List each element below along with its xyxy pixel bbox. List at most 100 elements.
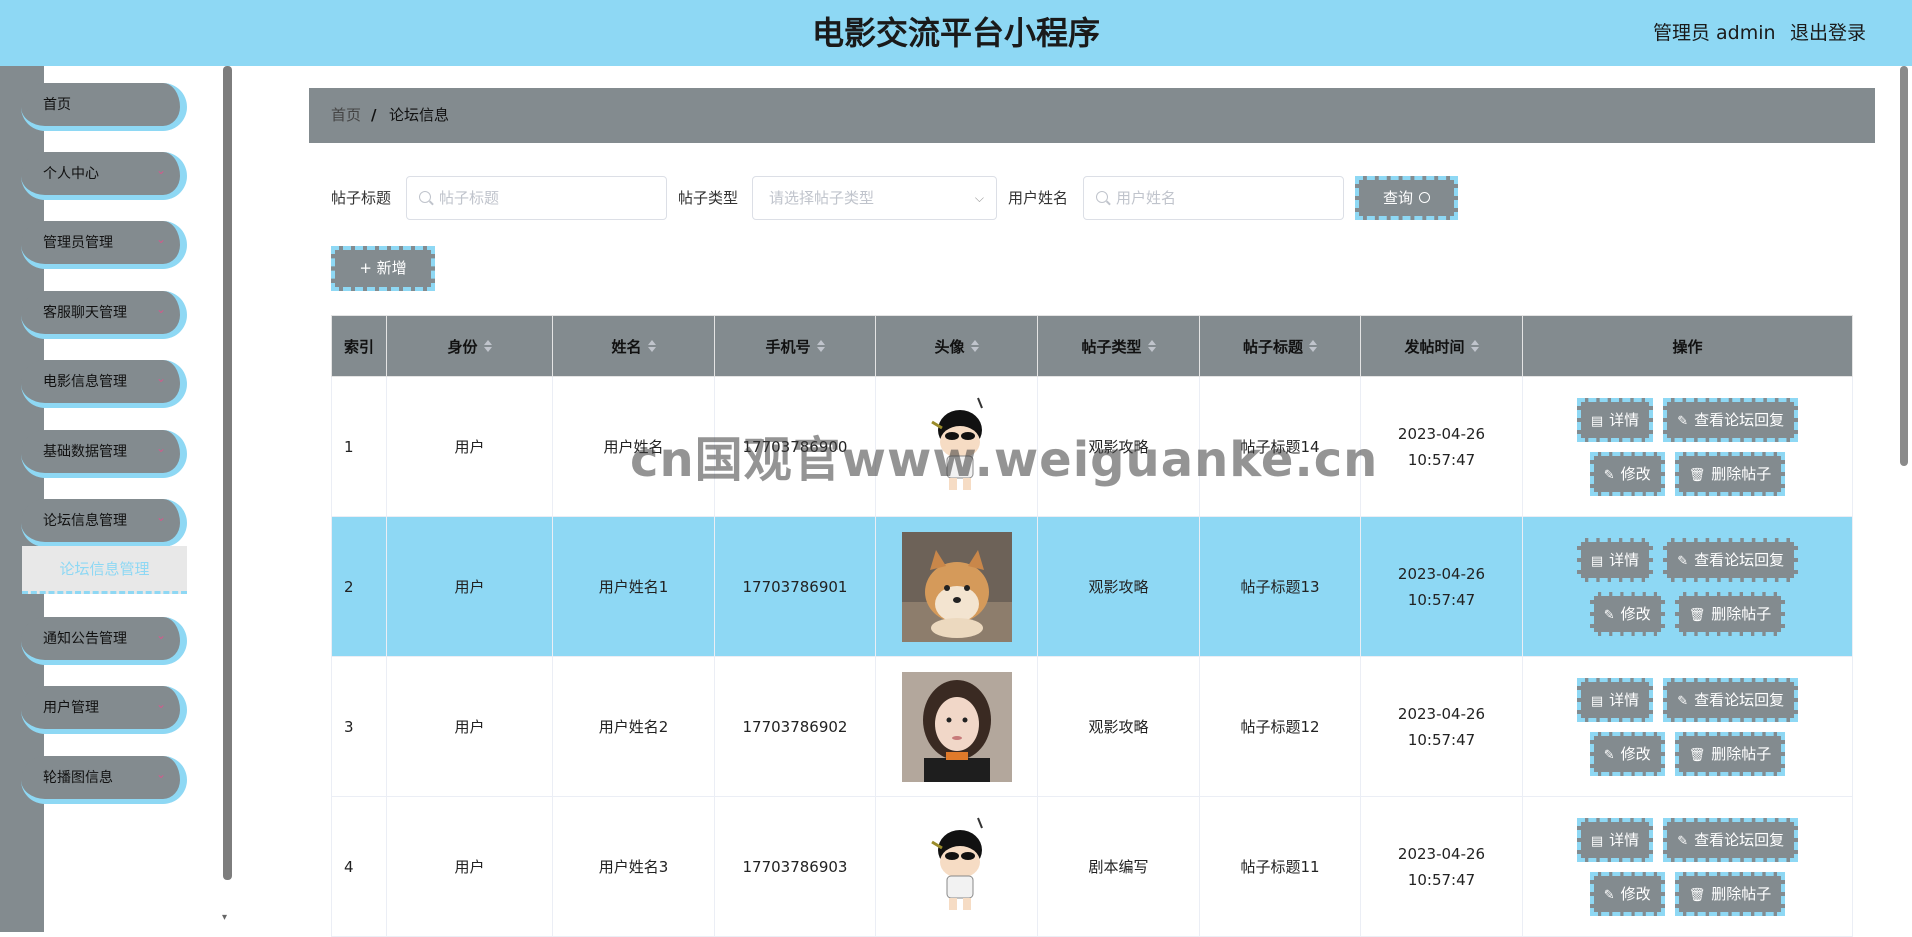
sidebar-item-user-manage[interactable]: 用户管理 ⌄ (21, 686, 187, 734)
cell-avatar (875, 656, 1038, 797)
delete-post-button[interactable]: 🗑 删除帖子 (1674, 731, 1786, 776)
sidebar-item-notice-manage[interactable]: 通知公告管理 ⌄ (21, 617, 187, 665)
table-header-row: 索引 身份 姓名 手机号 头像 帖子类型 帖子标题 发帖时间 操作 (331, 315, 1853, 377)
sidebar-item-forum-manage[interactable]: 论坛信息管理 ⌄ (21, 499, 187, 547)
sidebar-item-personal-center[interactable]: 个人中心 ⌄ (21, 152, 187, 200)
sidebar-item-home[interactable]: 首页 (21, 83, 187, 131)
delete-post-button[interactable]: 🗑 删除帖子 (1674, 451, 1786, 496)
column-header[interactable]: 头像 (875, 315, 1038, 377)
column-header: 索引 (331, 315, 387, 377)
logout-link[interactable]: 退出登录 (1790, 0, 1866, 66)
sidebar-item-label: 用户管理 (43, 700, 99, 716)
cell-avatar (875, 796, 1038, 937)
edit-button[interactable]: ✎ 修改 (1589, 591, 1665, 636)
cell-post-time: 2023-04-26 10:57:47 (1360, 796, 1523, 937)
edit-icon: ✎ (1677, 833, 1689, 849)
detail-button[interactable]: ▤ 详情 (1576, 537, 1654, 582)
column-header[interactable]: 姓名 (552, 315, 715, 377)
sidebar-item-carousel[interactable]: 轮播图信息 ⌄ (21, 756, 187, 804)
sidebar-item-label: 首页 (43, 97, 71, 113)
sort-icon[interactable] (1471, 338, 1479, 354)
view-replies-button[interactable]: ✎ 查看论坛回复 (1663, 397, 1799, 442)
main-scrollbar[interactable] (1900, 66, 1908, 466)
query-button[interactable]: 查询 (1355, 176, 1458, 220)
add-button[interactable]: + 新增 (331, 246, 435, 291)
column-header[interactable]: 发帖时间 (1360, 315, 1523, 377)
post-type-label: 帖子类型 (678, 189, 739, 207)
sidebar-subitem-forum-manage[interactable]: 论坛信息管理 (22, 546, 187, 594)
detail-button[interactable]: ▤ 详情 (1576, 397, 1654, 442)
cell-avatar (875, 376, 1038, 517)
table-row[interactable]: 1 用户 用户姓名 17703786900 观影攻略 帖子标题14 2023-0… (331, 376, 1853, 517)
column-header[interactable]: 帖子类型 (1037, 315, 1200, 377)
edit-icon: ✎ (1677, 693, 1689, 709)
sidebar-scrollbar[interactable] (223, 66, 232, 880)
user-name-input[interactable]: 用户姓名 (1083, 176, 1344, 220)
breadcrumb-current: 论坛信息 (389, 106, 450, 124)
edit-icon: ✎ (1603, 747, 1615, 763)
forum-table: 索引 身份 姓名 手机号 头像 帖子类型 帖子标题 发帖时间 操作 1 用户 用… (331, 315, 1853, 937)
post-title-input[interactable]: 帖子标题 (406, 176, 667, 220)
cell-post-title: 帖子标题11 (1199, 796, 1361, 937)
cell-post-title: 帖子标题12 (1199, 656, 1361, 797)
sidebar-item-label: 通知公告管理 (43, 631, 127, 647)
edit-icon: ✎ (1677, 413, 1689, 429)
sidebar-item-admin-manage[interactable]: 管理员管理 ⌄ (21, 221, 187, 269)
cartoon-avatar-image (930, 817, 983, 910)
cell-role: 用户 (386, 656, 553, 797)
view-replies-button[interactable]: ✎ 查看论坛回复 (1663, 537, 1799, 582)
cell-post-title: 帖子标题14 (1199, 376, 1361, 517)
post-type-select[interactable]: 请选择帖子类型 ⌵ (752, 176, 997, 220)
cell-phone: 17703786901 (714, 516, 876, 657)
cartoon-avatar-image (930, 397, 983, 490)
sort-icon[interactable] (817, 338, 825, 354)
search-icon (1096, 191, 1108, 203)
chevron-down-icon: ⌵ (974, 191, 984, 205)
sidebar-item-movie-manage[interactable]: 电影信息管理 ⌄ (21, 360, 187, 408)
detail-button[interactable]: ▤ 详情 (1576, 817, 1654, 862)
sidebar-item-chat-manage[interactable]: 客服聊天管理 ⌄ (21, 291, 187, 339)
chevron-up-icon: ⌄ (156, 510, 167, 524)
scroll-down-icon[interactable]: ▾ (222, 912, 234, 923)
sidebar: 首页 个人中心 ⌄ 管理员管理 ⌄ 客服聊天管理 ⌄ 电影信息管理 ⌄ 基础数据… (0, 66, 232, 932)
table-row[interactable]: 2 用户 用户姓名1 17703786901 观影攻略 帖子标题13 2023-… (331, 516, 1853, 657)
chevron-down-icon: ⌄ (156, 302, 167, 316)
breadcrumb-home-link[interactable]: 首页 (331, 88, 361, 143)
user-name-placeholder: 用户姓名 (1116, 189, 1177, 207)
cell-post-time: 2023-04-26 10:57:47 (1360, 376, 1523, 517)
sort-icon[interactable] (1148, 338, 1156, 354)
table-row[interactable]: 4 用户 用户姓名3 17703786903 剧本编写 帖子标题11 2023-… (331, 796, 1853, 937)
view-replies-button[interactable]: ✎ 查看论坛回复 (1663, 677, 1799, 722)
detail-button[interactable]: ▤ 详情 (1576, 677, 1654, 722)
trash-icon: 🗑 (1688, 747, 1706, 763)
document-icon: ▤ (1590, 693, 1604, 709)
delete-post-button[interactable]: 🗑 删除帖子 (1674, 871, 1786, 916)
column-header[interactable]: 手机号 (714, 315, 876, 377)
chevron-down-icon: ⌄ (156, 441, 167, 455)
chevron-down-icon: ⌄ (156, 371, 167, 385)
cell-name: 用户姓名2 (552, 656, 715, 797)
sort-icon[interactable] (648, 338, 656, 354)
dog-photo-image (901, 531, 1012, 642)
edit-icon: ✎ (1603, 467, 1615, 483)
edit-button[interactable]: ✎ 修改 (1589, 871, 1665, 916)
edit-button[interactable]: ✎ 修改 (1589, 451, 1665, 496)
cell-post-time: 2023-04-26 10:57:47 (1360, 656, 1523, 797)
sort-icon[interactable] (1309, 338, 1317, 354)
edit-button[interactable]: ✎ 修改 (1589, 731, 1665, 776)
table-row[interactable]: 3 用户 用户姓名2 17703786902 观影攻略 帖子标题12 2023-… (331, 656, 1853, 797)
chevron-down-icon: ⌄ (156, 232, 167, 246)
cell-actions: ▤ 详情 ✎ 查看论坛回复 ✎ 修改 🗑 删除帖子 (1522, 376, 1853, 517)
column-header[interactable]: 帖子标题 (1199, 315, 1361, 377)
sidebar-item-label: 电影信息管理 (43, 374, 127, 390)
delete-post-button[interactable]: 🗑 删除帖子 (1674, 591, 1786, 636)
sort-icon[interactable] (971, 338, 979, 354)
chevron-down-icon: ⌄ (156, 697, 167, 711)
sort-icon[interactable] (484, 338, 492, 354)
view-replies-button[interactable]: ✎ 查看论坛回复 (1663, 817, 1799, 862)
document-icon: ▤ (1590, 553, 1604, 569)
cell-role: 用户 (386, 516, 553, 657)
column-header[interactable]: 身份 (386, 315, 553, 377)
sidebar-item-base-data[interactable]: 基础数据管理 ⌄ (21, 430, 187, 478)
cell-index: 2 (331, 516, 387, 657)
